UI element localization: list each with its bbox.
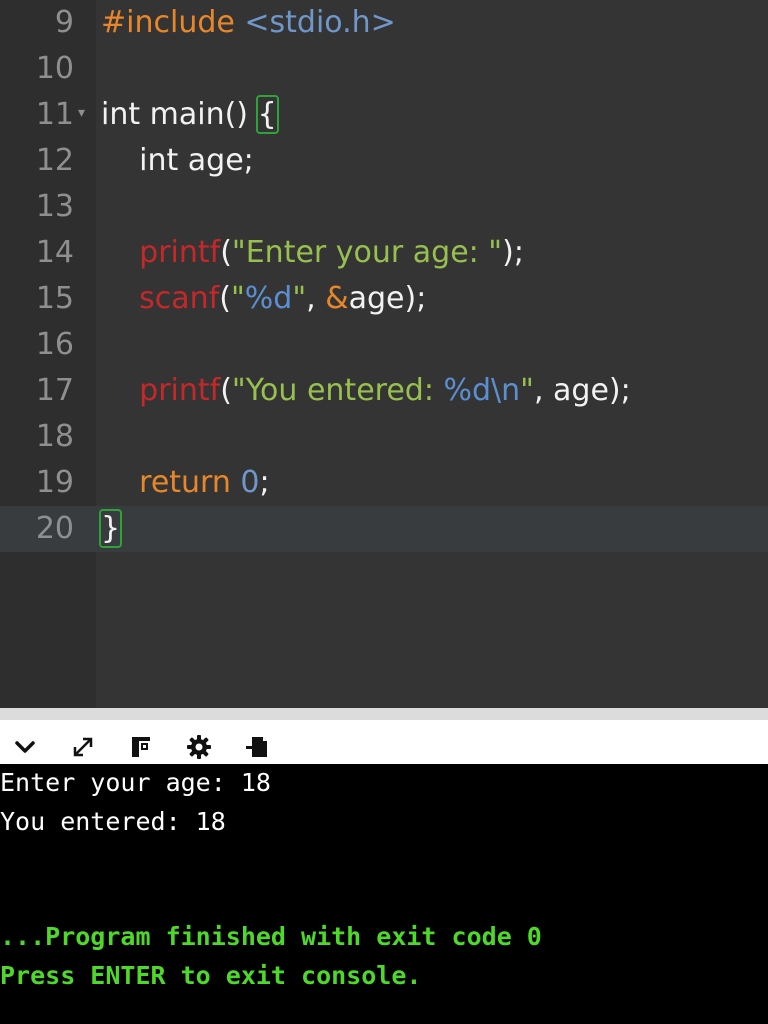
code-line[interactable]: 13 [0,184,768,230]
matched-brace: } [98,509,123,548]
code-line[interactable]: 14 printf("Enter your age: "); [0,230,768,276]
code-token: ; [259,465,270,500]
code-token: "You entered: [231,373,444,408]
code-token: printf [101,235,221,270]
console-status-line: Press ENTER to exit console. [0,961,422,990]
code-text[interactable]: scanf("%d", &age); [101,280,426,318]
code-line[interactable]: 12 int age; [0,138,768,184]
code-token: int main() [101,97,258,132]
code-line[interactable]: 18 [0,414,768,460]
code-text[interactable]: int main() { [101,95,279,134]
code-token: ); [502,235,524,270]
collapse-console-button[interactable] [8,730,42,764]
code-text[interactable]: int age; [101,142,254,180]
code-token: %d\n [443,373,521,408]
code-token: , age); [533,373,631,408]
line-number: 11 [35,97,74,132]
settings-button[interactable] [182,730,216,764]
code-text[interactable]: printf("You entered: %d\n", age); [101,372,631,410]
code-token: %d [244,281,293,316]
copy-output-button[interactable] [124,730,158,764]
line-number: 9 [54,5,74,40]
code-token: "Enter your age: " [231,235,503,270]
line-number: 20 [35,511,74,546]
code-text[interactable]: #include <stdio.h> [101,4,396,42]
line-number: 12 [35,143,74,178]
code-token: ( [220,373,232,408]
code-token: return [101,465,241,500]
code-token: printf [101,373,221,408]
gear-icon [185,733,213,761]
code-line[interactable]: 16 [0,322,768,368]
code-token: 0 [240,465,260,500]
console-output[interactable]: Enter your age: 18 You entered: 18 ...Prog… [0,764,768,1024]
code-token: ( [219,281,231,316]
code-token: & [325,281,349,316]
code-editor[interactable]: 9 #include <stdio.h> 10 11 ▾ int main() {12 i… [0,0,768,708]
console-output-line: Enter your age: 18 [0,768,271,797]
code-token: <stdio.h> [244,5,396,40]
copy-icon [128,734,154,760]
code-line[interactable]: 9 #include <stdio.h> [0,0,768,46]
code-line[interactable]: 11 ▾ int main() { [0,92,768,138]
code-line[interactable]: 19 return 0; [0,460,768,506]
code-token: scanf [101,281,220,316]
line-number: 17 [35,373,74,408]
line-number: 15 [35,281,74,316]
code-line[interactable]: 17 printf("You entered: %d\n", age); [0,368,768,414]
matched-brace: { [255,95,279,134]
line-number: 16 [35,327,74,362]
code-token: " [292,281,307,316]
line-number: 14 [35,235,74,270]
line-number: 19 [35,465,74,500]
code-text[interactable]: } [98,509,123,548]
chevron-down-icon [12,734,38,760]
code-text[interactable]: printf("Enter your age: "); [101,234,524,272]
code-token: " [520,373,534,408]
console-toolbar [0,708,768,764]
maximize-console-button[interactable] [66,730,100,764]
console-status-line: ...Program finished with exit code 0 [0,922,542,952]
line-number: 10 [35,51,74,86]
fold-toggle-icon[interactable]: ▾ [78,106,85,120]
code-line[interactable]: 15 scanf("%d", &age); [0,276,768,322]
expand-icon [70,734,96,760]
code-token: , [306,281,326,316]
code-line[interactable]: 20} [0,506,768,552]
download-icon [243,733,271,761]
code-token: age); [348,281,427,316]
download-output-button[interactable] [240,730,274,764]
console-output-line: You entered: 18 [0,806,226,836]
code-token: " [230,281,245,316]
line-number: 18 [35,419,74,454]
code-token: int age; [101,143,254,178]
line-number: 13 [35,189,74,224]
code-line[interactable]: 10 [0,46,768,92]
code-token: #include [101,5,245,40]
code-token: ( [220,235,232,270]
code-text[interactable]: return 0; [101,464,270,502]
